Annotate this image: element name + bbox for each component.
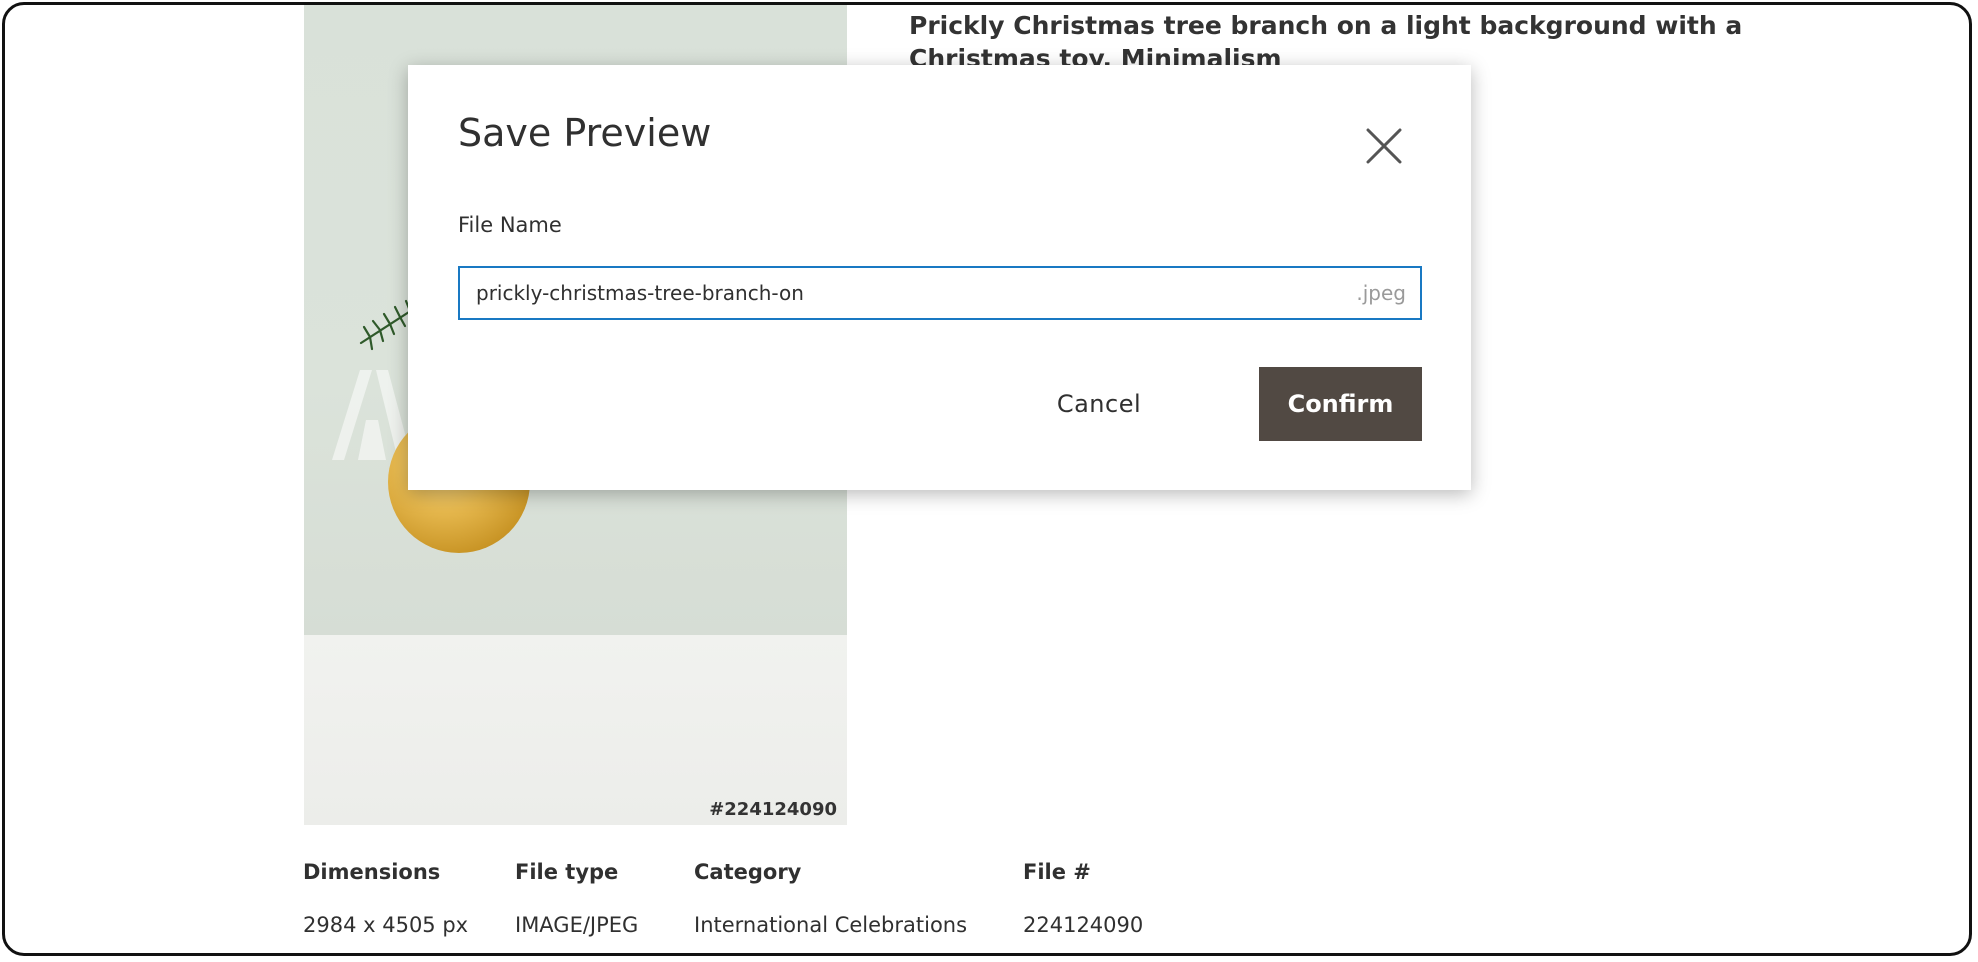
- cancel-button[interactable]: Cancel: [1022, 367, 1176, 441]
- detail-file-type: File type IMAGE/JPEG: [515, 860, 638, 937]
- modal-title: Save Preview: [458, 111, 712, 155]
- detail-category: Category International Celebrations: [694, 860, 967, 937]
- detail-file-number: File # 224124090: [1023, 860, 1143, 937]
- preview-file-id: #224124090: [709, 799, 837, 820]
- close-icon: [1366, 128, 1402, 164]
- file-extension: .jpeg: [1356, 281, 1406, 305]
- app-frame: #224124090 Prickly Christmas tree branch…: [2, 2, 1972, 956]
- close-button[interactable]: [1365, 127, 1403, 165]
- detail-value: 2984 x 4505 px: [303, 913, 469, 937]
- detail-label: File #: [1023, 860, 1091, 884]
- save-preview-modal: Save Preview File Name .jpeg Cancel Conf…: [408, 65, 1471, 490]
- detail-label: Category: [694, 860, 802, 884]
- file-name-input[interactable]: [476, 268, 1326, 318]
- detail-label: File type: [515, 860, 619, 884]
- preview-surface: [304, 635, 847, 825]
- detail-value: 224124090: [1023, 913, 1144, 937]
- detail-label: Dimensions: [303, 860, 441, 884]
- detail-value: International Celebrations: [694, 913, 968, 937]
- file-name-label: File Name: [458, 213, 562, 237]
- file-name-field[interactable]: .jpeg: [458, 266, 1422, 320]
- detail-value: IMAGE/JPEG: [515, 913, 639, 937]
- detail-dimensions: Dimensions 2984 x 4505 px: [303, 860, 468, 937]
- confirm-button[interactable]: Confirm: [1259, 367, 1422, 441]
